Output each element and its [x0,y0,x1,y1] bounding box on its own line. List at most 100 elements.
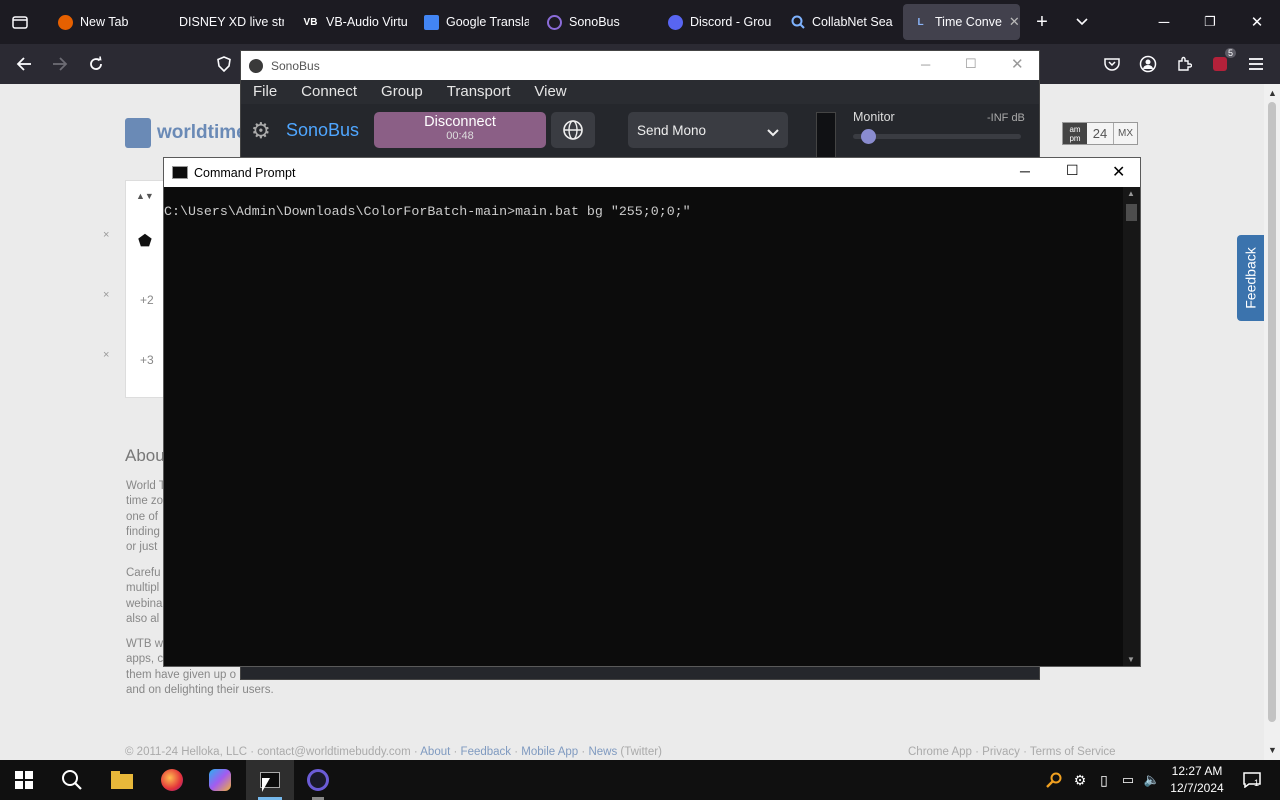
logo-icon [125,118,151,148]
tab-disney[interactable]: DISNEY XD live stre [169,4,284,40]
footer: © 2011-24 Helloka, LLC · contact@worldti… [125,746,662,758]
new-tab-icon[interactable]: + [1030,10,1054,34]
sonobus-close-icon[interactable]: ✕ [1011,55,1024,73]
network-icon[interactable]: ▭ [1116,760,1140,800]
scroll-thumb[interactable] [1268,102,1276,722]
chevron-down-icon [767,125,779,140]
search-icon[interactable] [48,760,96,800]
sonobus-icon [547,14,562,30]
copilot-icon[interactable] [196,760,244,800]
tab-time-converter[interactable]: L Time Conve ✕ [903,4,1020,40]
cmd-taskbar-icon[interactable] [246,760,294,800]
scroll-up-icon[interactable]: ▲ [1268,88,1277,98]
back-icon[interactable] [12,52,36,76]
tab-google-translate[interactable]: Google Transla [414,4,529,40]
firefox-taskbar-icon[interactable] [148,760,196,800]
monitor-slider-thumb[interactable] [860,129,876,144]
gear-tray-icon[interactable]: ⚙ [1068,760,1092,800]
time-format-toggle[interactable]: am pm 24 MX [1062,122,1138,145]
sonobus-taskbar-icon[interactable] [294,760,342,800]
terms-link[interactable]: Terms of Service [1030,746,1116,758]
tab-sonobus[interactable]: SonoBus [537,4,652,40]
tab-discord[interactable]: Discord - Grou [658,4,773,40]
cmd-close-icon[interactable]: ✕ [1112,162,1125,182]
sonobus-app-icon [249,58,263,73]
about-paragraph: World T time zo one of finding or just [126,480,166,554]
browser-close-icon[interactable]: ✕ [1234,0,1280,44]
discord-icon [668,14,683,30]
disconnect-button[interactable]: Disconnect 00:48 [374,112,546,148]
close-tab-icon[interactable]: ✕ [1009,14,1020,30]
mouse-cursor [262,778,270,792]
pocket-icon[interactable] [1100,52,1124,76]
extensions-icon[interactable] [1172,52,1196,76]
account-icon[interactable] [1136,52,1160,76]
privacy-link[interactable]: Privacy [982,746,1020,758]
menu-icon[interactable] [1244,52,1268,76]
command-prompt-window: Command Prompt ─ ☐ ✕ C:\Users\Admin\Down… [163,157,1141,667]
firefox-icon [58,14,73,30]
settings-gear-icon[interactable]: ⚙ [251,118,271,144]
browser-minimize-icon[interactable]: ─ [1141,0,1187,44]
windows-start-icon[interactable] [0,760,48,800]
page-scrollbar[interactable]: ▲ ▼ [1264,84,1280,760]
home-icon: ⬟ [138,233,152,250]
ampm-button[interactable]: am pm [1063,123,1087,144]
sonobus-maximize-icon[interactable]: ☐ [965,56,977,72]
menu-connect[interactable]: Connect [289,80,369,104]
menu-file[interactable]: File [241,80,289,104]
globe-icon[interactable] [551,112,595,148]
cmd-scrollbar[interactable]: ▲ ▼ [1123,187,1140,666]
sonobus-minimize-icon[interactable]: ─ [921,57,930,72]
about-link[interactable]: About [420,746,450,758]
search-tray-icon[interactable] [1040,760,1068,800]
taskbar: ⚙ ▯ ▭ 🔈 12:27 AM 12/7/2024 1 [0,760,1280,800]
scroll-down-icon[interactable]: ▼ [1268,745,1277,755]
tab-new-tab[interactable]: New Tab [48,4,163,40]
offset-label: +2 [140,293,154,307]
news-link[interactable]: News [588,746,617,758]
remove-row-icon[interactable]: × [103,229,109,241]
sort-arrows-icon[interactable]: ▲▼ [136,191,154,201]
reload-icon[interactable] [84,52,108,76]
notification-icon[interactable]: 1 [1232,760,1272,800]
file-explorer-icon[interactable] [98,760,146,800]
mobile-app-link[interactable]: Mobile App [521,746,578,758]
usb-icon[interactable]: ▯ [1092,760,1116,800]
cmd-maximize-icon[interactable]: ☐ [1066,162,1079,179]
menu-transport[interactable]: Transport [435,80,523,104]
menu-view[interactable]: View [522,80,578,104]
cmd-scroll-thumb[interactable] [1126,204,1137,221]
extension-badge-icon[interactable]: 5 [1208,48,1236,76]
send-mode-select[interactable]: Send Mono [628,112,788,148]
scroll-up-icon[interactable]: ▲ [1127,189,1135,198]
about-paragraph: Carefu multipl webina also al [126,567,163,625]
contact-link[interactable]: contact@worldtimebuddy.com [257,746,410,758]
menu-group[interactable]: Group [369,80,435,104]
monitor-slider[interactable] [853,129,1021,144]
search-icon [790,15,805,30]
logo[interactable]: worldtime [125,118,247,148]
shield-icon[interactable] [212,52,236,76]
chrome-app-link[interactable]: Chrome App [908,746,972,758]
remove-row-icon[interactable]: × [103,349,109,361]
monitor-label: Monitor [853,110,895,124]
remove-row-icon[interactable]: × [103,289,109,301]
24h-button[interactable]: 24 [1087,123,1113,144]
sonobus-menubar: File Connect Group Transport View [241,80,1039,104]
feedback-link[interactable]: Feedback [461,746,512,758]
browser-restore-icon[interactable]: ❐ [1187,0,1233,44]
cmd-console[interactable]: C:\Users\Admin\Downloads\ColorForBatch-m… [164,187,1123,666]
tab-list-icon[interactable] [8,10,32,34]
list-all-tabs-icon[interactable] [1070,10,1094,34]
mx-button[interactable]: MX [1113,123,1137,144]
forward-icon[interactable] [48,52,72,76]
tab-collabnet[interactable]: CollabNet Sea [780,4,895,40]
scroll-down-icon[interactable]: ▼ [1127,655,1135,664]
clock[interactable]: 12:27 AM 12/7/2024 [1166,763,1228,797]
footer-right: Chrome App · Privacy · Terms of Service [908,746,1116,758]
cmd-minimize-icon[interactable]: ─ [1020,163,1030,179]
volume-muted-icon[interactable]: 🔈 [1140,760,1164,800]
feedback-tab[interactable]: Feedback [1237,235,1264,321]
tab-vb-audio[interactable]: VB VB-Audio Virtu [292,4,407,40]
